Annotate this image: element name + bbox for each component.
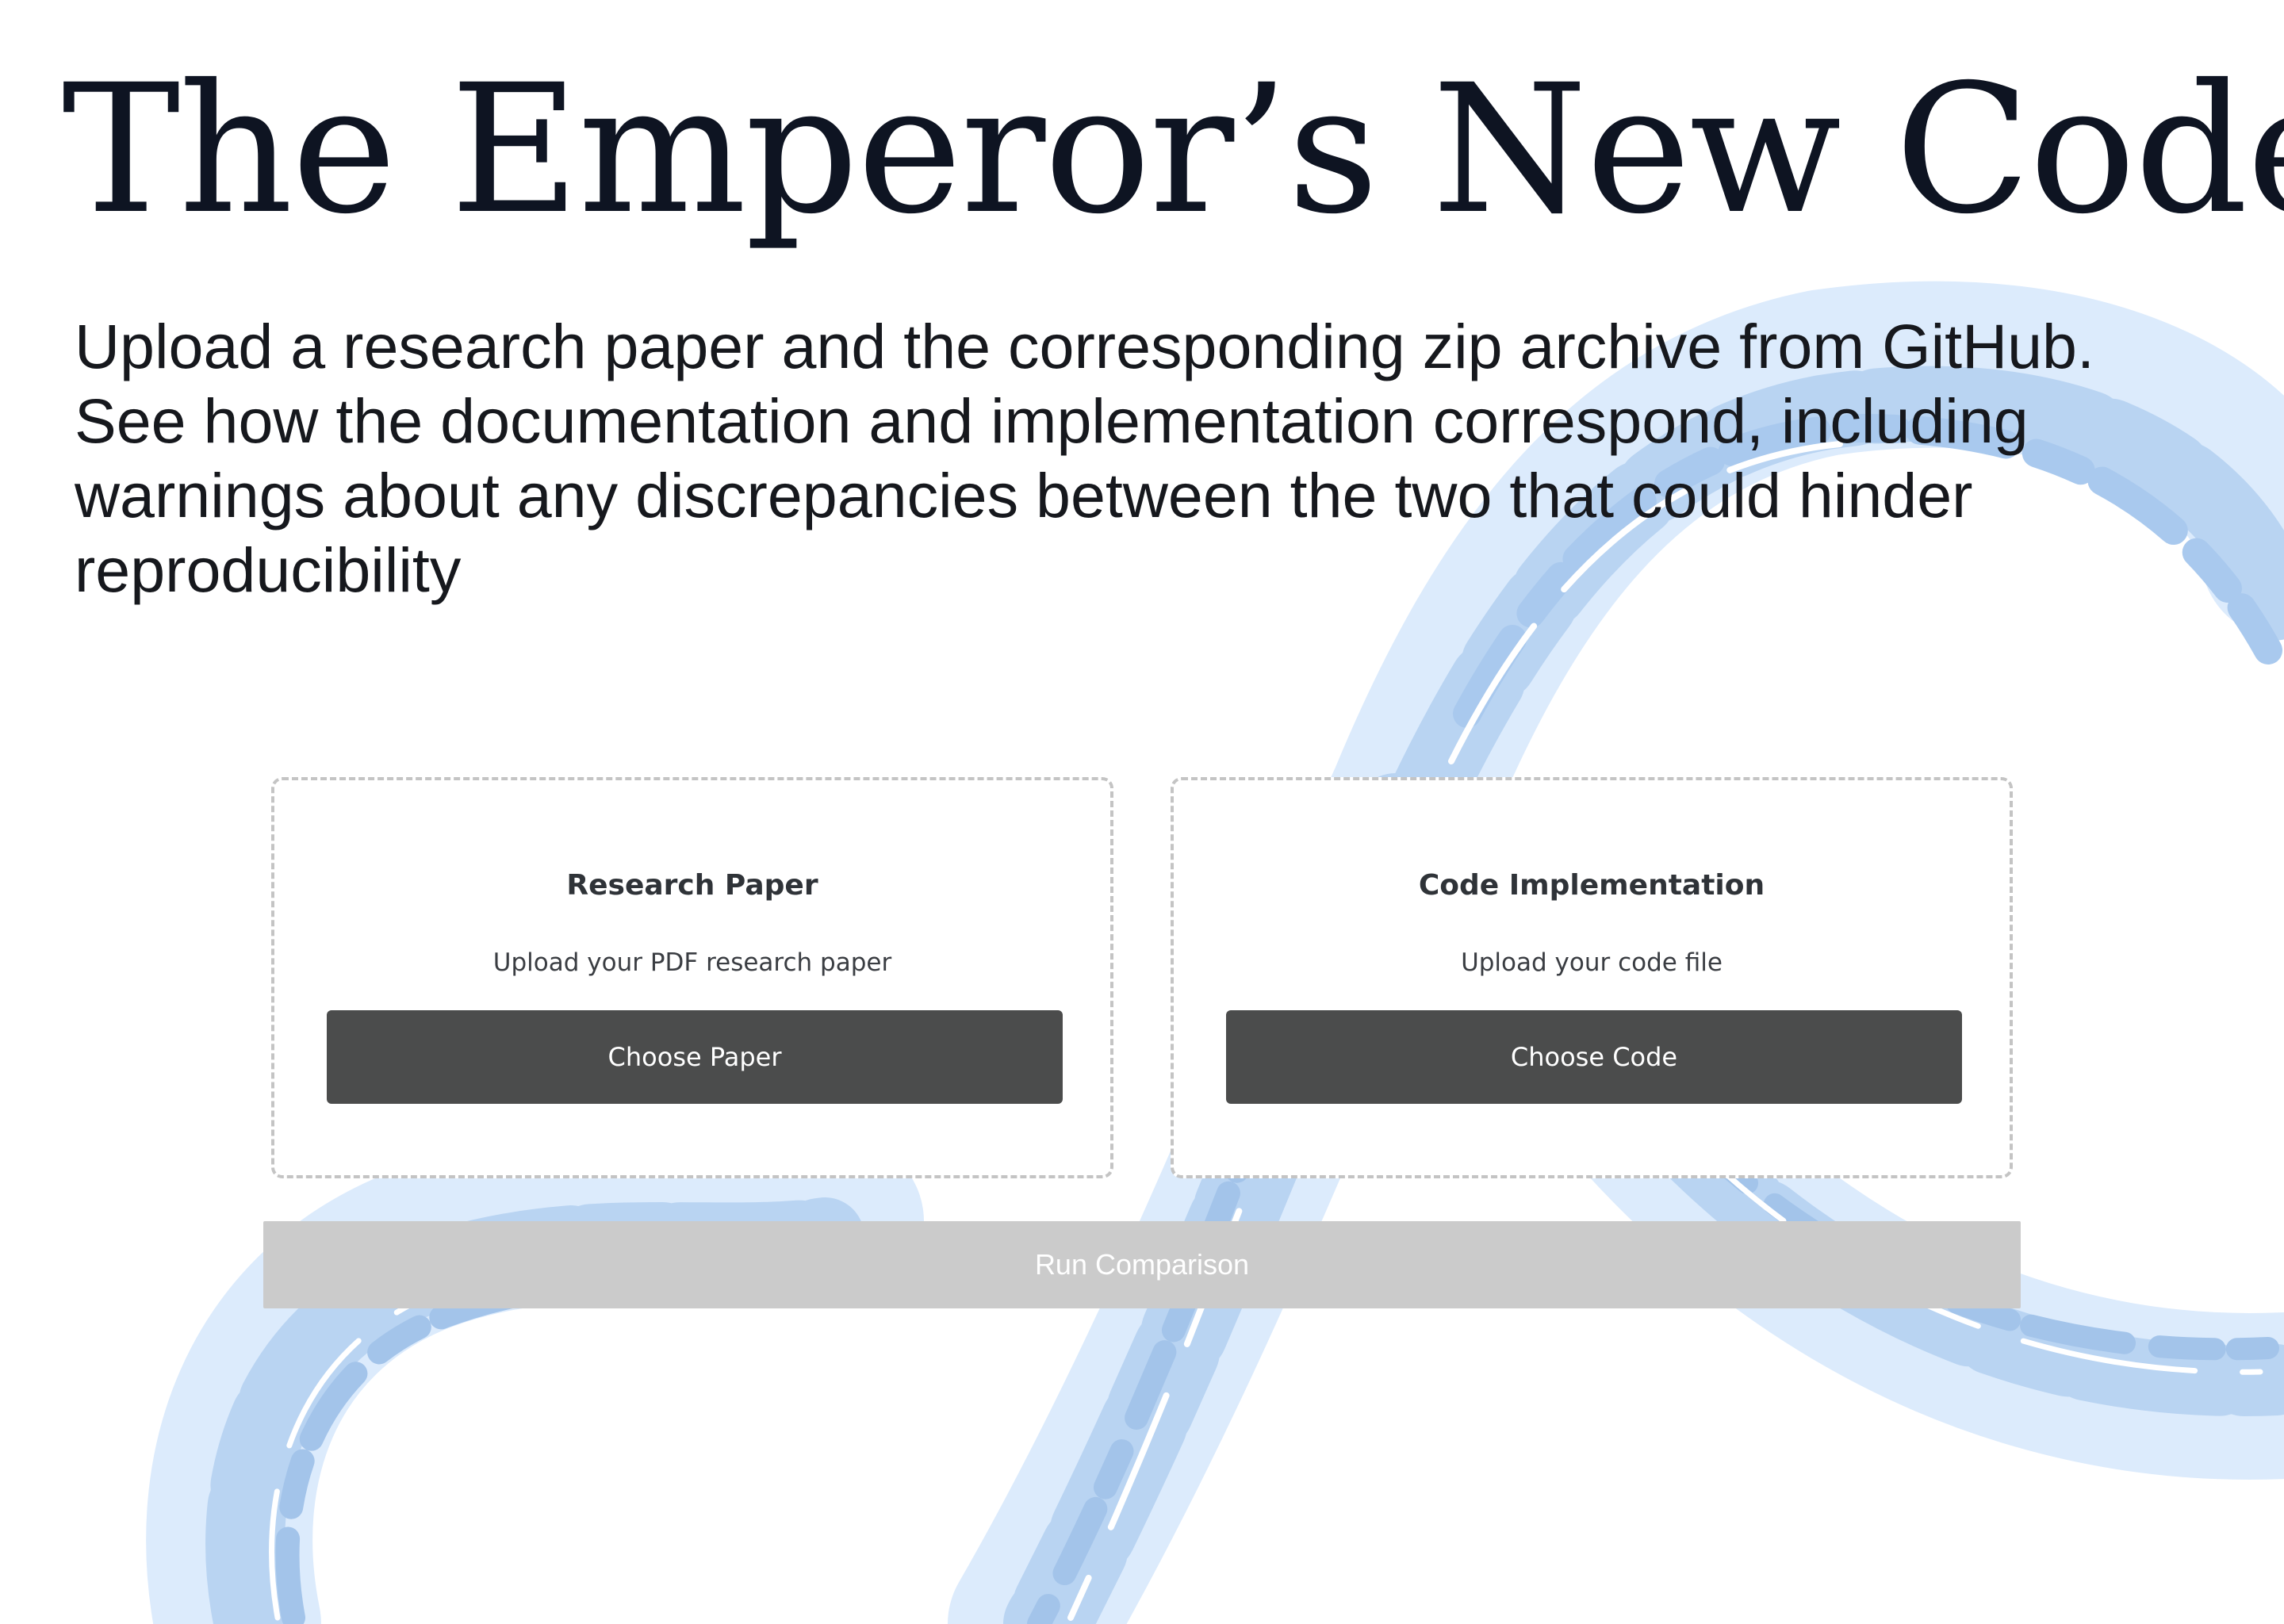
page-description: Upload a research paper and the correspo… [75, 311, 2094, 605]
app-page: The Emperor’s New Code Upload a research… [0, 0, 2284, 1624]
page-title: The Emperor’s New Code [62, 46, 2284, 253]
paper-card-title: Research Paper [566, 869, 818, 902]
run-comparison-button[interactable]: Run Comparison [263, 1221, 2021, 1308]
paper-upload-card: Research Paper Upload your PDF research … [271, 777, 1113, 1178]
choose-paper-button[interactable]: Choose Paper [327, 1010, 1063, 1104]
code-upload-card: Code Implementation Upload your code fil… [1171, 777, 2013, 1178]
choose-code-button[interactable]: Choose Code [1226, 1010, 1962, 1104]
code-card-title: Code Implementation [1418, 869, 1765, 902]
code-card-description: Upload your code file [1461, 948, 1723, 977]
paper-card-description: Upload your PDF research paper [492, 948, 892, 977]
